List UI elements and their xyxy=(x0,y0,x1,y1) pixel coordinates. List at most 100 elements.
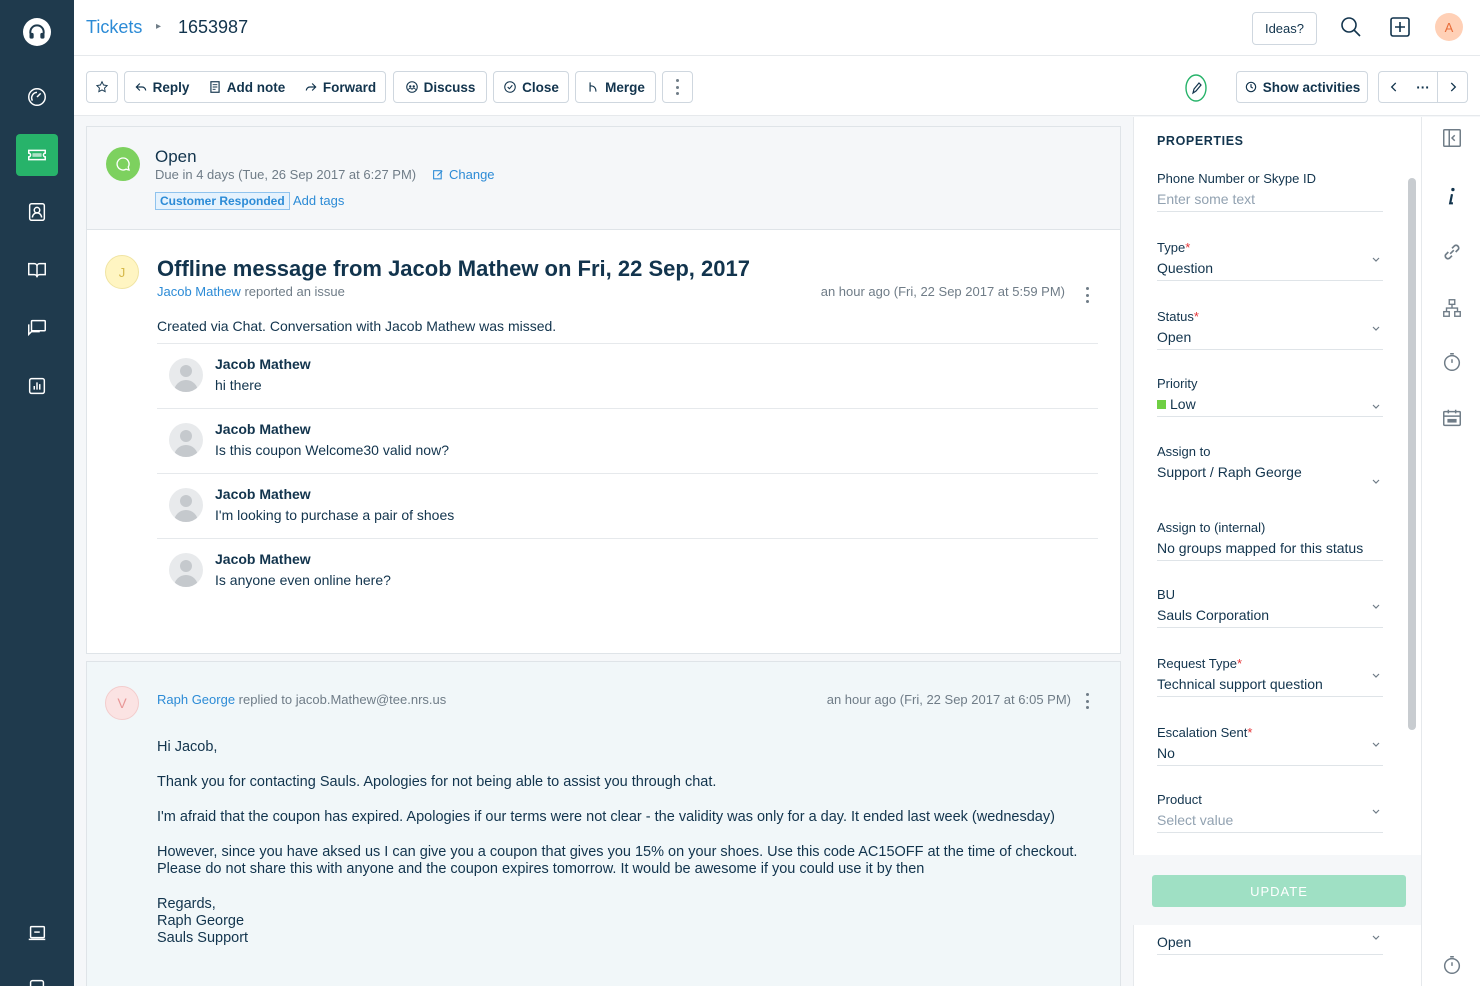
bu-field[interactable]: BU Sauls Corporation xyxy=(1157,587,1383,628)
ticket-toolbar: Reply Add note Forward Discuss Close Mer… xyxy=(74,56,1480,116)
ticket-conversation-pane: Open Due in 4 days (Tue, 26 Sep 2017 at … xyxy=(86,126,1121,986)
ticket-subject: Offline message from Jacob Mathew on Fri… xyxy=(157,256,750,281)
requester-avatar: J xyxy=(105,255,139,289)
show-activities-button[interactable]: Show activities xyxy=(1236,71,1368,103)
tag-customer-responded[interactable]: Customer Responded xyxy=(155,192,290,210)
hierarchy-icon[interactable] xyxy=(1441,297,1463,319)
change-due-link[interactable]: Change xyxy=(432,167,495,182)
reply-icon xyxy=(135,83,146,91)
request-type-select[interactable]: Technical support question xyxy=(1157,676,1383,696)
stopwatch-icon[interactable] xyxy=(1441,954,1463,976)
calendar-icon[interactable] xyxy=(1441,407,1463,429)
forum-chat-icon xyxy=(28,319,46,337)
type-select[interactable]: Question xyxy=(1157,260,1383,280)
note-icon xyxy=(210,81,220,93)
merge-button[interactable]: Merge xyxy=(575,71,656,103)
star-button[interactable] xyxy=(86,71,118,103)
star-icon xyxy=(95,80,109,93)
edit-pencil-icon[interactable] xyxy=(1184,73,1208,103)
ideas-button[interactable]: Ideas? xyxy=(1252,12,1317,45)
escalation-field[interactable]: Escalation Sent* No xyxy=(1157,725,1383,766)
add-tags-link[interactable]: Add tags xyxy=(293,193,344,208)
top-header: Tickets ▸ 1653987 Ideas? A xyxy=(74,0,1480,56)
status-select-duplicate[interactable]: Open xyxy=(1157,934,1383,954)
update-footer: UPDATE xyxy=(1133,855,1421,925)
bu-select[interactable]: Sauls Corporation xyxy=(1157,607,1383,627)
reply-paragraph: However, since you have aksed us I can g… xyxy=(157,844,1078,877)
forward-label: Forward xyxy=(322,79,377,95)
reply-menu-icon[interactable] xyxy=(1085,693,1089,709)
collapse-panel-icon[interactable] xyxy=(1441,127,1463,149)
contact-icon xyxy=(28,203,46,221)
escalation-select[interactable]: No xyxy=(1157,745,1383,765)
agent-name-link[interactable]: Raph George xyxy=(157,692,235,707)
forward-button[interactable]: Forward xyxy=(295,71,386,103)
assign-internal-field[interactable]: Assign to (internal) No groups mapped fo… xyxy=(1157,520,1383,561)
freshdesk-logo[interactable] xyxy=(23,18,51,46)
chat-sender: Jacob Mathew xyxy=(215,551,311,567)
properties-title: PROPERTIES xyxy=(1157,134,1244,148)
properties-scrollbar[interactable] xyxy=(1408,178,1416,730)
add-note-label: Add note xyxy=(226,79,286,95)
product-select[interactable]: Select value xyxy=(1157,812,1383,832)
discuss-button[interactable]: Discuss xyxy=(393,71,487,103)
status-select[interactable]: Open xyxy=(1157,329,1383,349)
chat-message: Jacob Mathew I'm looking to purchase a p… xyxy=(157,473,1098,538)
close-ticket-button[interactable]: Close xyxy=(493,71,569,103)
next-ticket-button[interactable] xyxy=(1437,71,1468,103)
chat-text: I'm looking to purchase a pair of shoes xyxy=(215,507,455,523)
nav-solutions[interactable] xyxy=(16,249,58,291)
reply-signature-team: Sauls Support xyxy=(157,930,249,946)
ticket-icon xyxy=(28,149,46,161)
agent-avatar: V xyxy=(105,686,139,720)
search-icon[interactable] xyxy=(1339,15,1363,39)
chat-text: Is anyone even online here? xyxy=(215,572,391,588)
ticket-list-button[interactable]: ··· xyxy=(1408,71,1438,103)
previous-ticket-button[interactable] xyxy=(1378,71,1409,103)
nav-contacts[interactable] xyxy=(16,191,58,233)
phone-field[interactable]: Phone Number or Skype ID Enter some text xyxy=(1157,171,1383,212)
close-label: Close xyxy=(522,79,559,95)
add-note-button[interactable]: Add note xyxy=(198,71,296,103)
breadcrumb-tickets-link[interactable]: Tickets xyxy=(86,17,142,38)
chevron-right-icon xyxy=(1450,82,1456,92)
priority-select[interactable]: Low xyxy=(1157,396,1383,416)
nav-dashboard[interactable] xyxy=(16,76,58,118)
timer-icon[interactable] xyxy=(1441,351,1463,373)
status-field-duplicate[interactable]: Open xyxy=(1157,929,1383,955)
nav-forums[interactable] xyxy=(16,307,58,349)
more-actions-button[interactable] xyxy=(662,71,693,103)
priority-label: Priority xyxy=(1157,376,1198,391)
message-menu-icon[interactable] xyxy=(1085,287,1089,303)
nav-tickets[interactable] xyxy=(16,134,58,176)
chat-avatar xyxy=(169,423,203,457)
link-icon[interactable] xyxy=(1441,241,1463,263)
message-action-text: reported an issue xyxy=(240,284,345,299)
assign-to-field[interactable]: Assign to Support / Raph George xyxy=(1157,444,1383,494)
priority-low-indicator xyxy=(1157,400,1166,409)
assign-select[interactable]: Support / Raph George xyxy=(1157,464,1383,484)
add-new-icon[interactable] xyxy=(1388,15,1412,39)
chat-avatar xyxy=(169,553,203,587)
nav-more[interactable] xyxy=(16,966,58,986)
priority-field[interactable]: Priority Low xyxy=(1157,376,1383,417)
reply-signature-name: Raph George xyxy=(157,913,245,929)
update-button[interactable]: UPDATE xyxy=(1152,875,1406,907)
chevron-down-icon xyxy=(1372,935,1380,940)
chat-text: hi there xyxy=(215,377,262,393)
chat-widget-icon xyxy=(28,925,46,941)
chevron-down-icon xyxy=(1372,479,1380,484)
request-type-field[interactable]: Request Type* Technical support question xyxy=(1157,656,1383,697)
info-icon[interactable] xyxy=(1441,185,1463,207)
reply-button[interactable]: Reply xyxy=(124,71,199,103)
status-field[interactable]: Status* Open xyxy=(1157,309,1383,350)
user-avatar[interactable]: A xyxy=(1435,13,1463,41)
history-clock-icon xyxy=(1245,81,1256,93)
chat-avatar xyxy=(169,488,203,522)
product-field[interactable]: Product Select value xyxy=(1157,792,1383,833)
type-field[interactable]: Type* Question xyxy=(1157,240,1383,281)
requester-name-link[interactable]: Jacob Mathew xyxy=(157,284,241,299)
phone-input[interactable]: Enter some text xyxy=(1157,191,1383,211)
nav-reports[interactable] xyxy=(16,365,58,407)
nav-freshchat[interactable] xyxy=(16,912,58,954)
